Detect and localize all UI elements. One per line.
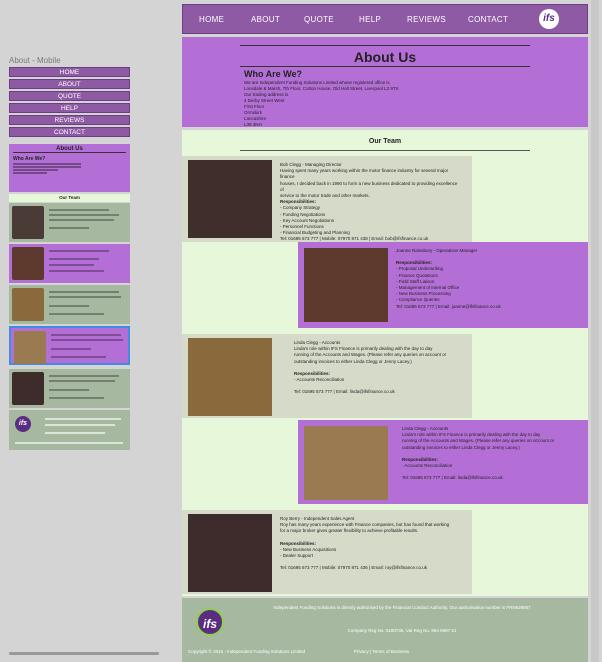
- mobile-footer: ifs: [9, 410, 130, 450]
- company-registration: Company Reg No. 5180735, Vat Reg No. 864…: [347, 628, 457, 633]
- mobile-nav-contact[interactable]: CONTACT: [9, 127, 130, 137]
- member-bio: houses, I decided back in 1990 to form a…: [280, 180, 458, 192]
- mobile-text-line: [13, 172, 47, 174]
- mobile-photo: [14, 331, 46, 364]
- nav-reviews[interactable]: REVIEWS: [407, 15, 446, 24]
- horizontal-scrollbar[interactable]: [9, 652, 159, 655]
- mobile-team-card: [9, 244, 130, 283]
- mobile-nav-quote[interactable]: QUOTE: [9, 91, 130, 101]
- divider: [240, 150, 530, 151]
- footer-links[interactable]: Privacy | Terms of Business: [354, 649, 409, 654]
- mobile-who-heading: Who Are We?: [13, 156, 46, 162]
- team-title: Our Team: [368, 138, 402, 145]
- mobile-nav-help[interactable]: HELP: [9, 103, 130, 113]
- mobile-about-title: About Us: [13, 146, 126, 153]
- address-block: We are Independent Funding Solutions Lim…: [244, 80, 399, 128]
- mobile-about-section: About Us Who Are We?: [9, 144, 130, 192]
- page-title: About Us: [353, 49, 417, 65]
- address-line: L39 3NH: [244, 122, 262, 127]
- mobile-logo-icon: ifs: [15, 416, 31, 432]
- team-member-card: Bob Clegg - Managing Director Having spe…: [182, 156, 472, 242]
- mobile-team-card-selected[interactable]: [9, 326, 130, 365]
- mobile-text-line: [13, 166, 81, 168]
- mobile-photo: [12, 206, 44, 239]
- staff-photo: [188, 160, 272, 238]
- vertical-scrollbar[interactable]: [591, 0, 599, 662]
- mobile-nav-about[interactable]: ABOUT: [9, 79, 130, 89]
- divider: [240, 66, 530, 67]
- team-list: Bob Clegg - Managing Director Having spe…: [182, 152, 588, 596]
- mobile-text-line: [13, 163, 81, 165]
- member-contact: Tel: 01695 573 777 | Email: joanne@ifsfi…: [396, 303, 501, 309]
- copyright: Copyright © 2016 - Independent Funding S…: [188, 649, 306, 654]
- mobile-photo: [12, 372, 44, 405]
- preview-title: About - Mobile: [9, 56, 61, 65]
- member-contact: Tel: 01695 573 777 | Email: linda@ifsfin…: [294, 389, 395, 395]
- mobile-team-card: [9, 369, 130, 408]
- member-contact: Tel: 01695 573 777 | Email: linda@ifsfin…: [402, 475, 503, 481]
- staff-photo: [304, 248, 388, 322]
- member-bio: Having spent many years working within t…: [280, 168, 449, 180]
- team-member-card: Roy Berry - Independent Sales Agent Roy …: [182, 510, 472, 594]
- nav-about[interactable]: ABOUT: [251, 15, 280, 24]
- ifs-logo-icon[interactable]: ifs: [539, 9, 559, 29]
- nav-home[interactable]: HOME: [199, 15, 224, 24]
- nav-help[interactable]: HELP: [359, 15, 381, 24]
- mobile-team-card: [9, 285, 130, 324]
- about-section: About Us Who Are We? We are Independent …: [182, 37, 588, 127]
- nav-quote[interactable]: QUOTE: [304, 15, 334, 24]
- mobile-nav: HOME ABOUT QUOTE HELP REVIEWS CONTACT: [9, 67, 130, 139]
- divider: [240, 45, 530, 46]
- mobile-text-line: [13, 169, 59, 171]
- who-are-we-heading: Who Are We?: [244, 69, 302, 79]
- team-member-card: Joanne Rainsbury - Operations Manager Re…: [298, 242, 588, 328]
- team-member-card: Linda Clegg - Accounts Linda's role with…: [182, 334, 472, 418]
- mobile-nav-home[interactable]: HOME: [9, 67, 130, 77]
- mobile-photo: [12, 247, 44, 280]
- fca-statement: Independent Funding Solutions is directl…: [273, 605, 531, 610]
- nav-contact[interactable]: CONTACT: [468, 15, 508, 24]
- ifs-logo-icon: ifs: [196, 608, 224, 636]
- site-footer: ifs Independent Funding Solutions is dir…: [182, 598, 588, 662]
- staff-photo: [304, 426, 388, 500]
- staff-photo: [188, 514, 272, 592]
- mobile-nav-reviews[interactable]: REVIEWS: [9, 115, 130, 125]
- top-nav: HOME ABOUT QUOTE HELP REVIEWS CONTACT if…: [182, 4, 588, 34]
- team-heading-band: Our Team: [182, 130, 588, 152]
- team-member-card: Linda Clegg - Accounts Linda's role with…: [298, 420, 588, 504]
- member-contact: Tel: 01695 573 777 | Mobile: 07970 871 4…: [280, 565, 427, 571]
- mobile-team-title: Our Team: [9, 194, 130, 202]
- staff-photo: [188, 338, 272, 416]
- mobile-team-card: [9, 203, 130, 242]
- mobile-photo: [12, 288, 44, 321]
